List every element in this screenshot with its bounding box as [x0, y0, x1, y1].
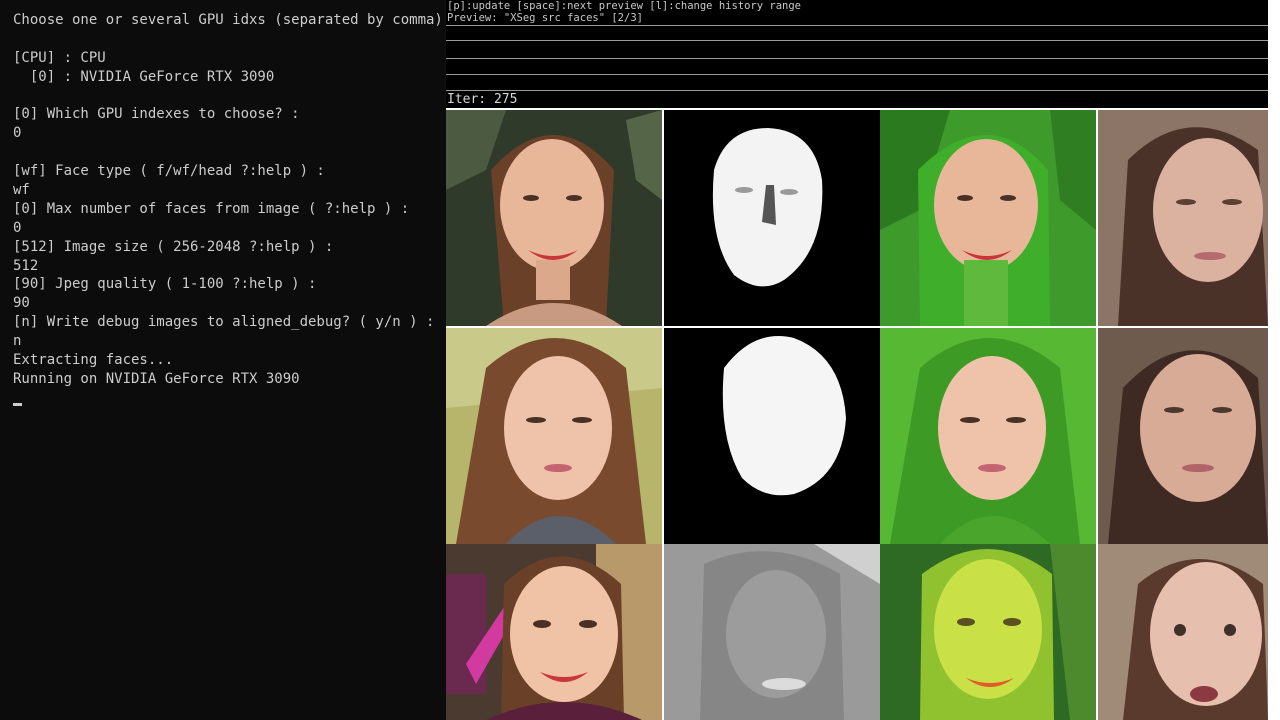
console-line: [512] Image size ( 256-2048 ?:help ) :	[13, 238, 334, 255]
console-line: [n] Write debug images to aligned_debug?…	[13, 314, 435, 331]
console-line: n	[13, 333, 22, 350]
console-line: [0] : NVIDIA GeForce RTX 3090	[13, 68, 275, 85]
console-line: Choose one or several GPU idxs (separate…	[13, 12, 446, 28]
mask-image	[664, 328, 880, 544]
preview-title-line: Preview: "XSeg src faces" [2/3]	[447, 12, 643, 24]
console-line: Extracting faces...	[13, 352, 174, 369]
preview-window[interactable]: [p]:update [space]:next preview [l]:chan…	[446, 0, 1280, 720]
preview-grid	[446, 110, 1280, 720]
loss-graph-line	[446, 25, 1268, 26]
iteration-label: Iter: 275	[447, 92, 518, 107]
console-line: [0] Which GPU indexes to choose? :	[13, 106, 300, 123]
predicted-face-image	[1098, 328, 1268, 544]
predicted-face-image	[1098, 110, 1268, 326]
overlay-image	[880, 110, 1096, 326]
loss-graph-line	[446, 90, 1268, 91]
loss-graph-line	[446, 58, 1268, 59]
console-line: 512	[13, 257, 39, 274]
source-face-image	[446, 544, 662, 720]
mask-image	[664, 544, 880, 720]
console-window[interactable]: Choose one or several GPU idxs (separate…	[0, 0, 446, 720]
mask-image	[664, 110, 880, 326]
console-line: [CPU] : CPU	[13, 49, 106, 66]
console-line: [90] Jpeg quality ( 1-100 ?:help ) :	[13, 276, 317, 293]
source-face-image	[446, 110, 662, 326]
console-line: [0] Max number of faces from image ( ?:h…	[13, 200, 410, 217]
loss-graph-line	[446, 40, 1268, 41]
predicted-face-image	[1098, 544, 1268, 720]
console-output: Choose one or several GPU idxs (separate…	[13, 11, 446, 389]
preview-header: [p]:update [space]:next preview [l]:chan…	[446, 0, 1268, 108]
source-face-image	[446, 328, 662, 544]
console-line: wf	[13, 182, 30, 199]
preview-help-line: [p]:update [space]:next preview [l]:chan…	[447, 0, 802, 12]
console-line: Running on NVIDIA GeForce RTX 3090	[13, 370, 300, 387]
loss-graph-line	[446, 74, 1268, 75]
console-line: 0	[13, 125, 22, 142]
console-line: 90	[13, 295, 30, 312]
console-cursor	[13, 403, 22, 406]
overlay-image	[880, 328, 1096, 544]
console-line: [wf] Face type ( f/wf/head ?:help ) :	[13, 163, 325, 180]
overlay-image	[880, 544, 1096, 720]
console-line: 0	[13, 219, 22, 236]
